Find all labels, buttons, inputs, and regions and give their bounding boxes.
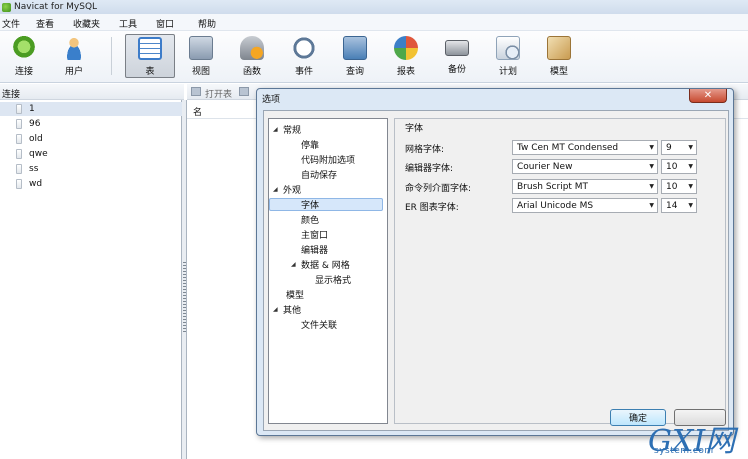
toolbar-query-button[interactable]: 查询	[331, 34, 379, 78]
toolbar-user-button[interactable]: 用户	[50, 34, 98, 78]
er-diagram-font-select[interactable]: Arial Unicode MS ▼	[512, 198, 658, 213]
window-title: Navicat for MySQL	[14, 2, 98, 12]
design-table-icon	[239, 87, 249, 96]
font-section-title: 字体	[405, 124, 424, 134]
menu-file[interactable]: 文件	[2, 17, 20, 30]
watermark-logo: GXI网 system.com	[648, 424, 736, 459]
tree-node-editor[interactable]: 编辑器	[301, 243, 328, 256]
table-icon	[138, 37, 162, 60]
tree-node-data-grid[interactable]: ◢ 数据 & 网格	[291, 258, 350, 271]
model-icon	[547, 36, 571, 60]
tree-node-appearance[interactable]: ◢ 外观	[273, 183, 301, 196]
query-icon	[343, 36, 367, 60]
dropdown-arrow-icon: ▼	[649, 144, 654, 151]
console-font-size-select[interactable]: 10 ▼	[661, 179, 697, 194]
toolbar-connection-button[interactable]: 连接	[0, 34, 48, 78]
splitter-grip[interactable]	[183, 262, 186, 334]
editor-font-select[interactable]: Courier New ▼	[512, 159, 658, 174]
toolbar-view-button[interactable]: 视图	[177, 34, 225, 78]
grid-font-size-select[interactable]: 9 ▼	[661, 140, 697, 155]
user-icon	[62, 36, 86, 60]
dialog-body: ◢ 常规 停靠 代码附加选项 自动保存 ◢ 外观 字体 颜色 主窗口 编辑器 ◢ 数据…	[263, 110, 729, 431]
console-font-select[interactable]: Brush Script MT ▼	[512, 179, 658, 194]
view-icon	[189, 36, 213, 60]
connection-item[interactable]: wd	[16, 177, 42, 191]
connection-item[interactable]: 1	[0, 102, 182, 116]
connection-item[interactable]: qwe	[16, 147, 48, 161]
grid-font-label: 网格字体:	[405, 145, 445, 155]
toolbar-backup-button[interactable]: 备份	[433, 34, 481, 78]
database-icon	[16, 179, 22, 189]
options-dialog: 选项 ✕ ◢ 常规 停靠 代码附加选项 自动保存 ◢ 外观 字体 颜色 主窗口 编辑…	[256, 88, 734, 436]
title-bar: Navicat for MySQL	[0, 0, 748, 14]
expand-arrow-icon[interactable]: ◢	[273, 126, 283, 133]
menu-bar: 文件 查看 收藏夹 工具 窗口 帮助	[0, 14, 748, 31]
database-icon	[16, 134, 22, 144]
tree-node-display-format[interactable]: 显示格式	[315, 273, 351, 286]
tree-node-docking[interactable]: 停靠	[301, 138, 319, 151]
tree-node-file-association[interactable]: 文件关联	[301, 318, 337, 331]
dialog-title: 选项	[262, 95, 281, 105]
navicat-app-icon	[2, 2, 11, 12]
connection-icon	[12, 36, 36, 60]
er-diagram-font-label: ER 图表字体:	[405, 203, 459, 213]
dropdown-arrow-icon: ▼	[688, 202, 693, 209]
report-icon	[394, 36, 418, 60]
connections-header: 连接	[0, 84, 184, 100]
dropdown-arrow-icon: ▼	[688, 183, 693, 190]
toolbar-event-button[interactable]: 事件	[280, 34, 328, 78]
connection-item[interactable]: ss	[16, 162, 38, 176]
open-table-icon	[191, 87, 201, 96]
toolbar-schedule-button[interactable]: 计划	[484, 34, 532, 78]
tree-node-code-options[interactable]: 代码附加选项	[301, 153, 355, 166]
toolbar-report-button[interactable]: 报表	[382, 34, 430, 78]
tree-node-other[interactable]: ◢ 其他	[273, 303, 301, 316]
font-settings-panel: 字体 网格字体: Tw Cen MT Condensed ▼ 9 ▼ 编辑器字体: …	[394, 118, 726, 424]
database-icon	[16, 104, 22, 114]
expand-arrow-icon[interactable]: ◢	[273, 186, 283, 193]
dialog-close-button[interactable]: ✕	[689, 89, 727, 103]
editor-font-label: 编辑器字体:	[405, 164, 454, 174]
database-icon	[16, 119, 22, 129]
menu-help[interactable]: 帮助	[198, 17, 216, 30]
options-tree: ◢ 常规 停靠 代码附加选项 自动保存 ◢ 外观 字体 颜色 主窗口 编辑器 ◢ 数据…	[268, 118, 388, 424]
console-font-label: 命令列介面字体:	[405, 184, 472, 194]
menu-view[interactable]: 查看	[36, 17, 54, 30]
tree-node-fonts[interactable]: 字体	[269, 198, 383, 211]
dropdown-arrow-icon: ▼	[688, 163, 693, 170]
editor-font-size-select[interactable]: 10 ▼	[661, 159, 697, 174]
backup-icon	[445, 40, 469, 56]
menu-tools[interactable]: 工具	[119, 17, 137, 30]
dropdown-arrow-icon: ▼	[649, 163, 654, 170]
main-toolbar: 连接 用户 表 视图 函数 事件 查询 报表 备份 计划 模型	[0, 31, 748, 83]
schedule-icon	[496, 36, 520, 60]
toolbar-separator	[111, 37, 112, 75]
tree-node-model[interactable]: 模型	[286, 288, 304, 301]
connection-item[interactable]: old	[16, 132, 43, 146]
toolbar-model-button[interactable]: 模型	[535, 34, 583, 78]
er-diagram-font-size-select[interactable]: 14 ▼	[661, 198, 697, 213]
grid-font-select[interactable]: Tw Cen MT Condensed ▼	[512, 140, 658, 155]
dropdown-arrow-icon: ▼	[649, 183, 654, 190]
open-table-button[interactable]: 打开表	[205, 87, 232, 100]
connections-tree: 1 96 old qwe ss wd	[0, 100, 182, 459]
connection-item[interactable]: 96	[16, 117, 40, 131]
dropdown-arrow-icon: ▼	[688, 144, 693, 151]
toolbar-table-button[interactable]: 表	[125, 34, 175, 78]
close-icon: ✕	[703, 90, 713, 101]
dropdown-arrow-icon: ▼	[649, 202, 654, 209]
tree-node-autosave[interactable]: 自动保存	[301, 168, 337, 181]
tree-node-colors[interactable]: 颜色	[301, 213, 319, 226]
expand-arrow-icon[interactable]: ◢	[291, 261, 301, 268]
menu-window[interactable]: 窗口	[156, 17, 174, 30]
event-icon	[292, 36, 316, 60]
menu-favorites[interactable]: 收藏夹	[73, 17, 100, 30]
tree-node-main-window[interactable]: 主窗口	[301, 228, 328, 241]
tree-node-general[interactable]: ◢ 常规	[273, 123, 301, 136]
database-icon	[16, 164, 22, 174]
expand-arrow-icon[interactable]: ◢	[273, 306, 283, 313]
database-icon	[16, 149, 22, 159]
function-icon	[240, 36, 264, 60]
toolbar-function-button[interactable]: 函数	[228, 34, 276, 78]
